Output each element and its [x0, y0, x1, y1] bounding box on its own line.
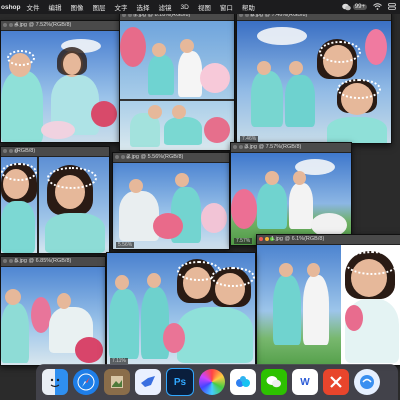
safari-icon[interactable]: [73, 369, 99, 395]
minimize-icon[interactable]: [264, 237, 269, 241]
wechat-badge: 99+: [352, 4, 367, 10]
app-menu[interactable]: oshop: [1, 4, 21, 11]
dock: Ps W: [36, 364, 398, 400]
photo-canvas[interactable]: [231, 153, 351, 245]
zoom-level: 7.57%: [234, 238, 253, 244]
window-titlebar[interactable]: 2.jpg @ 5.56%(RGB/8): [113, 153, 229, 163]
menu-window[interactable]: 窗口: [220, 2, 233, 12]
wifi-icon[interactable]: [373, 2, 382, 12]
document-window-3[interactable]: 3.jpg @ 7.57%(RGB/8) 7.57%: [230, 142, 352, 246]
document-window-1[interactable]: 1.jpg @ 6.1%(RGB/8): [256, 234, 400, 366]
menu-select[interactable]: 选择: [137, 2, 150, 12]
close-icon[interactable]: [3, 149, 7, 153]
photo-canvas[interactable]: [107, 253, 255, 365]
wps-icon[interactable]: W: [292, 369, 318, 395]
close-icon[interactable]: [233, 145, 237, 149]
photo-canvas[interactable]: [237, 21, 391, 143]
minimize-icon[interactable]: [238, 145, 243, 149]
minimize-icon[interactable]: [8, 23, 13, 27]
menu-image[interactable]: 图像: [71, 2, 84, 12]
baidu-netdisk-icon[interactable]: [230, 369, 256, 395]
document-window-5[interactable]: 5.jpg @ 6.85%(RGB/8): [0, 256, 106, 366]
minimize-icon[interactable]: [120, 155, 125, 159]
wechat-status-icon[interactable]: 99+: [342, 3, 367, 11]
window-titlebar[interactable]: 3.jpg @ 7.57%(RGB/8): [231, 143, 351, 153]
menu-edit[interactable]: 编辑: [49, 2, 62, 12]
window-titlebar[interactable]: 5.jpg @ 6.85%(RGB/8): [1, 257, 105, 267]
menu-help[interactable]: 帮助: [242, 2, 255, 12]
document-window-7[interactable]: 7.jpg @ 8.18%(RGB/8): [119, 10, 235, 151]
photo-canvas[interactable]: [1, 267, 105, 365]
menu-bar: oshop 文件 编辑 图像 图层 文字 选择 滤镜 3D 视图 窗口 帮助 9…: [0, 0, 400, 14]
window-title: (RGB/8): [15, 148, 36, 154]
window-title: 2.jpg @ 5.56%(RGB/8): [127, 154, 184, 160]
close-icon[interactable]: [259, 237, 263, 241]
color-wheel-icon[interactable]: [199, 369, 225, 395]
document-window-9[interactable]: (RGB/8): [0, 146, 110, 254]
minimize-icon[interactable]: [8, 259, 13, 263]
minimize-icon[interactable]: [8, 149, 13, 153]
document-window-8[interactable]: 8.jpg @ 7.46%(RGB/8) 7.46%: [236, 10, 392, 144]
menu-view[interactable]: 视图: [198, 2, 211, 12]
window-title: 5.jpg @ 6.85%(RGB/8): [15, 258, 72, 264]
finder-icon[interactable]: [42, 369, 68, 395]
menu-3d[interactable]: 3D: [181, 4, 189, 11]
close-icon[interactable]: [3, 23, 7, 27]
document-window-4[interactable]: 4.jpg @ 7.52%(RGB/8): [0, 20, 121, 143]
document-window-6[interactable]: 7.11%: [106, 252, 256, 366]
menu-type[interactable]: 文字: [115, 2, 128, 12]
close-icon[interactable]: [115, 155, 119, 159]
document-window-2[interactable]: 2.jpg @ 5.56%(RGB/8) 5.56%: [112, 152, 230, 250]
zoom-level: 5.56%: [116, 242, 135, 248]
menu-filter[interactable]: 滤镜: [159, 2, 172, 12]
window-title: 4.jpg @ 7.52%(RGB/8): [15, 22, 72, 28]
photoshop-icon[interactable]: Ps: [166, 368, 194, 396]
preview-icon[interactable]: [104, 369, 130, 395]
window-titlebar[interactable]: 4.jpg @ 7.52%(RGB/8): [1, 21, 120, 31]
browser-icon[interactable]: [354, 369, 380, 395]
menu-layer[interactable]: 图层: [93, 2, 106, 12]
xmind-icon[interactable]: [323, 369, 349, 395]
menu-file[interactable]: 文件: [27, 2, 40, 12]
photo-canvas[interactable]: [113, 163, 229, 249]
photo-canvas[interactable]: [1, 31, 120, 142]
control-center-icon[interactable]: [388, 2, 396, 12]
window-titlebar[interactable]: (RGB/8): [1, 147, 109, 157]
photo-canvas[interactable]: [120, 21, 234, 150]
window-title: 1.jpg @ 6.1%(RGB/8): [271, 236, 325, 242]
window-titlebar[interactable]: 1.jpg @ 6.1%(RGB/8): [257, 235, 400, 245]
close-icon[interactable]: [3, 259, 7, 263]
window-title: 3.jpg @ 7.57%(RGB/8): [245, 144, 302, 150]
photo-canvas[interactable]: [1, 157, 109, 253]
feishu-icon[interactable]: [135, 369, 161, 395]
photo-canvas[interactable]: [257, 245, 400, 365]
wechat-icon[interactable]: [261, 369, 287, 395]
